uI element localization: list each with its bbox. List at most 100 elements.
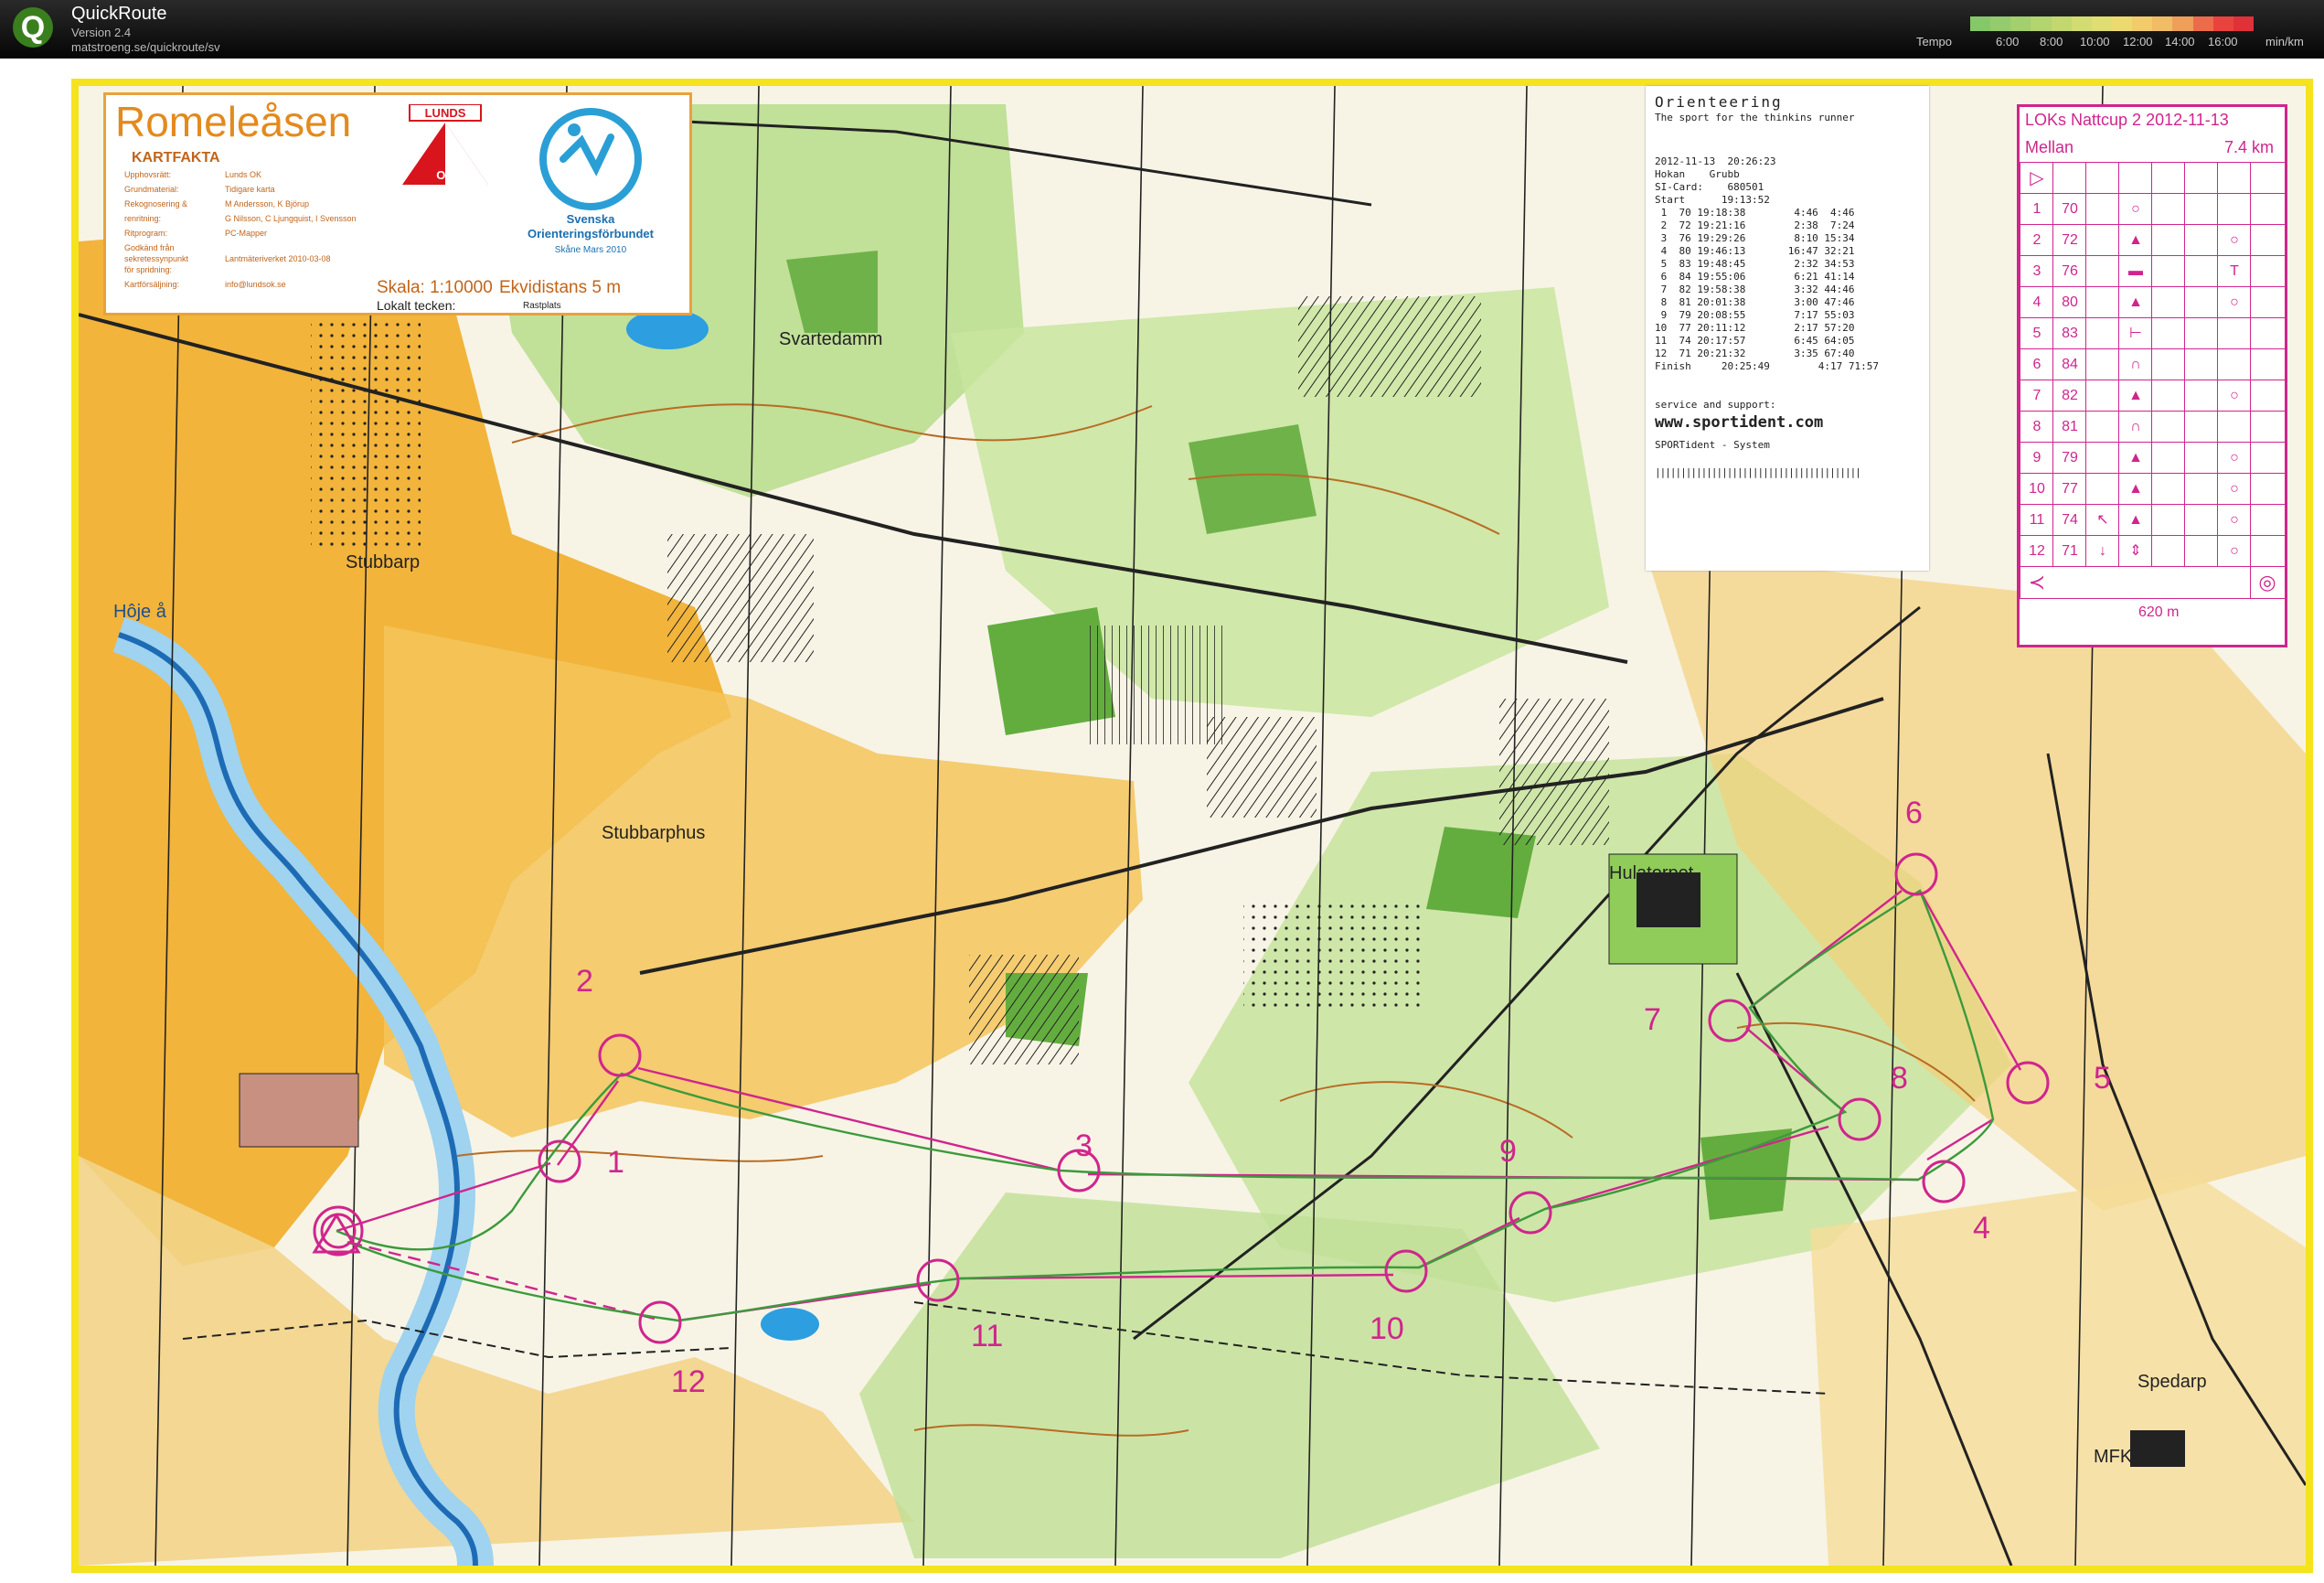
control-number-12: 12 — [671, 1364, 706, 1399]
lunds-ok-logo-icon: LUNDS OK — [402, 104, 488, 185]
finish-row: ≺ ◎ — [2020, 566, 2285, 599]
tempo-unit: min/km — [2265, 35, 2304, 48]
tempo-tick: 12:00 — [2123, 35, 2153, 48]
receipt-name: Hokan Grubb — [1655, 168, 1740, 180]
kartfakta-row: renritning: G Nilsson, C Ljungquist, I Sv… — [124, 214, 357, 223]
receipt-system: SPORTident - System — [1655, 439, 1770, 451]
start-row: ▷ — [2020, 162, 2285, 194]
receipt-split: 1 70 19:18:38 4:46 4:46 — [1655, 207, 1855, 219]
control-number-5: 5 — [2094, 1061, 2111, 1096]
symbol-icon: ○ — [2118, 194, 2152, 225]
place-stubbarphus: Stubbarphus — [602, 823, 706, 843]
event-title: LOKs Nattcup 2 2012-11-13 — [2025, 111, 2229, 129]
finish-funnel-icon: ≺ — [2020, 567, 2053, 598]
tempo-swatch — [2071, 16, 2092, 31]
sof-line2: Orienteringsförbundet — [528, 227, 655, 241]
control-number-3: 3 — [1075, 1128, 1093, 1163]
receipt-barcode: |||||||||||||||||||||||||||||||||||||||| — [1655, 466, 1861, 478]
receipt-start: Start 19:13:52 — [1655, 194, 1770, 206]
sof-line1: Svenska — [567, 212, 616, 226]
direction-icon: ↓ — [2085, 536, 2119, 567]
receipt-website: www.sportident.com — [1655, 413, 1824, 432]
receipt-heading: Orienteering — [1655, 93, 1783, 111]
tempo-swatch — [2233, 16, 2254, 31]
sof-line3: Skåne Mars 2010 — [555, 244, 627, 255]
tempo-swatch — [1990, 16, 2011, 31]
control-number-11: 11 — [971, 1319, 1004, 1353]
map-viewport[interactable]: Romeleåsen KARTFAKTA Upphovsrätt: Lunds O… — [0, 59, 2324, 1583]
tempo-tick: 10:00 — [2080, 35, 2110, 48]
control-number-2: 2 — [576, 964, 593, 999]
tempo-swatch — [2091, 16, 2112, 31]
control-description-sheet: LOKs Nattcup 2 2012-11-13 Mellan 7.4 km … — [2017, 104, 2287, 647]
description-row: 9 79 ▲ ○ — [2020, 442, 2285, 474]
receipt-tagline: The sport for the thinkins runner — [1655, 112, 1855, 123]
kartfakta-row: Godkänd från — [124, 243, 175, 252]
place-hulatorpet: Hulatorpet — [1609, 863, 1694, 883]
description-row: 2 72 ▲ ○ — [2020, 224, 2285, 256]
finish-distance: 620 m — [2138, 604, 2180, 620]
tempo-swatch — [2172, 16, 2193, 31]
symbol-icon: ○ — [2217, 505, 2251, 536]
kartfakta-row: Ritprogram: PC-Mapper — [124, 229, 268, 238]
description-row: 4 80 ▲ ○ — [2020, 286, 2285, 318]
kartfakta-row: Grundmaterial: Tidigare karta — [124, 185, 275, 194]
receipt-split: 7 82 19:58:38 3:32 44:46 — [1655, 283, 1855, 295]
control-number-4: 4 — [1973, 1211, 1990, 1246]
control-number-1: 1 — [607, 1145, 624, 1180]
kartfakta-row: för spridning: — [124, 265, 173, 274]
tempo-tick: 8:00 — [2040, 35, 2063, 48]
symbol-icon: ○ — [2217, 443, 2251, 474]
tempo-swatch — [2152, 16, 2173, 31]
description-row: 11 74 ↖ ▲ ○ — [2020, 504, 2285, 536]
receipt-split: 2 72 19:21:16 2:38 7:24 — [1655, 219, 1855, 231]
tempo-label: Tempo — [1916, 35, 1953, 48]
tempo-swatch — [2192, 16, 2213, 31]
tempo-color-scale — [1970, 16, 2254, 31]
control-number-6: 6 — [1905, 796, 1923, 830]
course-class: Mellan — [2025, 138, 2074, 156]
receipt-split: 9 79 20:08:55 7:17 55:03 — [1655, 309, 1855, 321]
symbol-icon: ○ — [2217, 536, 2251, 567]
receipt-datetime: 2012-11-13 20:26:23 — [1655, 155, 1776, 167]
app-titlebar: Q QuickRoute Version 2.4 matstroeng.se/q… — [0, 0, 2324, 59]
tempo-tick: 16:00 — [2208, 35, 2238, 48]
symbol-icon: ▲ — [2118, 474, 2152, 505]
receipt-sicard: SI-Card: 680501 — [1655, 181, 1764, 193]
tempo-swatch — [2031, 16, 2052, 31]
receipt-service: service and support: — [1655, 399, 1776, 411]
app-url[interactable]: matstroeng.se/quickroute/sv — [71, 40, 220, 54]
description-row: 1 70 ○ — [2020, 193, 2285, 225]
symbol-icon: ▲ — [2118, 505, 2152, 536]
local-symbol-label: Lokalt tecken: — [377, 298, 456, 313]
map-scale: Skala: 1:10000 — [377, 278, 493, 297]
symbol-icon: T — [2217, 256, 2251, 287]
receipt-split: 8 81 20:01:38 3:00 47:46 — [1655, 296, 1855, 308]
symbol-icon: ∩ — [2118, 412, 2152, 443]
receipt-split: 11 74 20:17:57 6:45 64:05 — [1655, 335, 1855, 347]
symbol-icon: ⊢ — [2118, 318, 2152, 349]
description-row: 7 82 ▲ ○ — [2020, 380, 2285, 412]
tempo-swatch — [2212, 16, 2233, 31]
app-title: QuickRoute — [71, 4, 167, 24]
receipt-finish: Finish 20:25:49 4:17 71:57 — [1655, 360, 1880, 372]
receipt-split: 5 83 19:48:45 2:32 34:53 — [1655, 258, 1855, 270]
control-number-7: 7 — [1644, 1002, 1661, 1037]
tempo-swatch — [2010, 16, 2031, 31]
place-hoje: Hôje å — [113, 602, 166, 622]
control-number-9: 9 — [1499, 1134, 1517, 1169]
receipt-split: 6 84 19:55:06 6:21 41:14 — [1655, 271, 1855, 283]
receipt-split: 4 80 19:46:13 16:47 32:21 — [1655, 245, 1855, 257]
receipt-split: 3 76 19:29:26 8:10 15:34 — [1655, 232, 1855, 244]
finish-circle-icon: ◎ — [2250, 567, 2284, 598]
map-equidistance: Ekvidistans 5 m — [499, 278, 622, 297]
symbol-icon: ○ — [2217, 474, 2251, 505]
map-legend-box: Romeleåsen KARTFAKTA Upphovsrätt: Lunds O… — [103, 92, 692, 316]
place-stubbarp: Stubbarp — [346, 552, 421, 572]
map-title: Romeleåsen — [115, 98, 352, 145]
sof-logo-icon: Svenska Orienteringsförbundet Skåne Mars… — [528, 108, 655, 255]
description-row: 6 84 ∩ — [2020, 348, 2285, 380]
symbol-icon: ○ — [2217, 380, 2251, 412]
tempo-swatch — [2132, 16, 2153, 31]
description-row: 8 81 ∩ — [2020, 411, 2285, 443]
